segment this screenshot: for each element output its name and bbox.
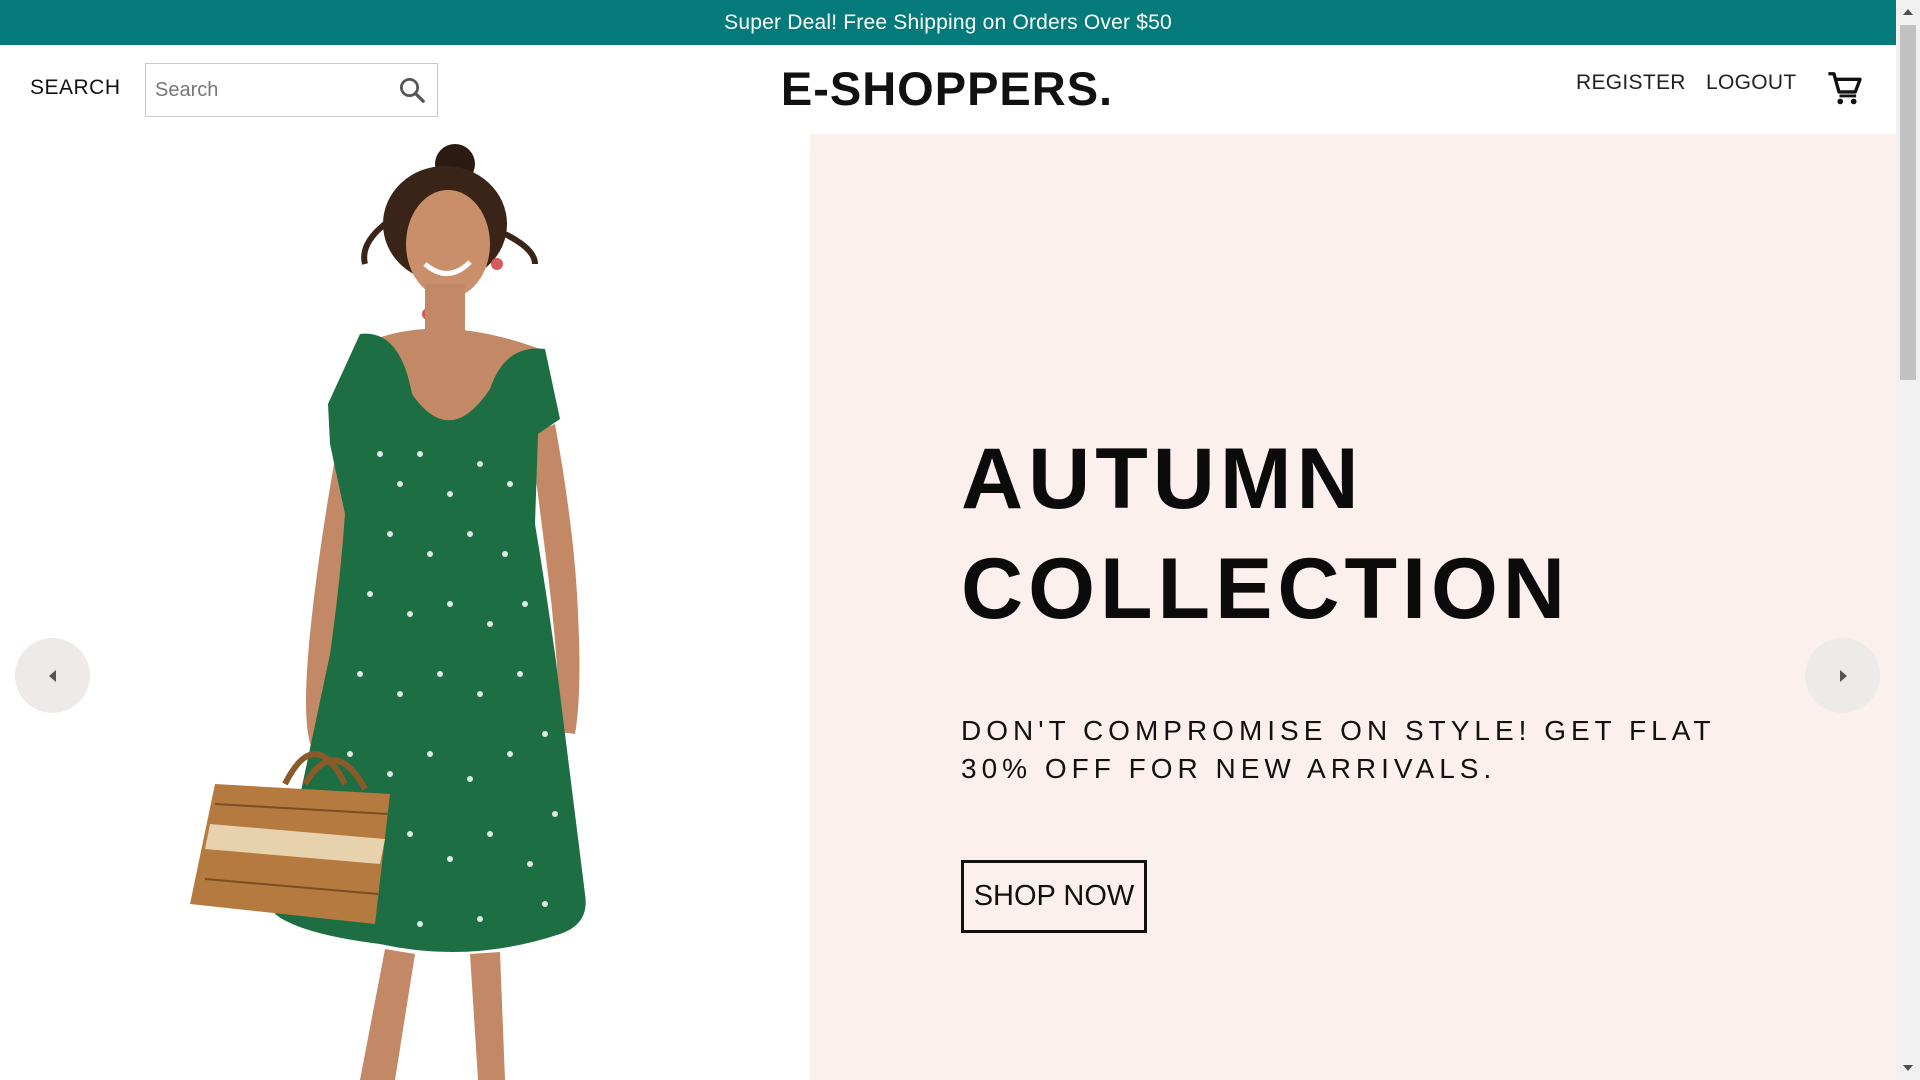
register-link[interactable]: REGISTER <box>1576 71 1686 95</box>
announcement-bar: Super Deal! Free Shipping on Orders Over… <box>0 0 1896 45</box>
hero-slider: AUTUMN COLLECTION DON'T COMPROMISE ON ST… <box>0 134 1896 1080</box>
logout-link[interactable]: LOGOUT <box>1706 71 1796 95</box>
slider-prev-button[interactable] <box>15 638 90 713</box>
hero-title-line1: AUTUMN <box>961 431 1364 527</box>
header: SEARCH E-SHOPPERS. REGISTER LOGOUT <box>0 45 1896 134</box>
scroll-thumb[interactable] <box>1900 25 1916 380</box>
scroll-down-icon <box>1903 1065 1913 1071</box>
shop-now-button[interactable]: SHOP NOW <box>961 860 1147 933</box>
page-scrollbar[interactable] <box>1896 0 1920 1080</box>
arrow-right-icon <box>1839 669 1847 682</box>
hero-image <box>0 134 810 1080</box>
hero-title: AUTUMN COLLECTION <box>961 424 1761 644</box>
woman-green-dress-image <box>190 144 586 1080</box>
hero-description: DON'T COMPROMISE ON STYLE! GET FLAT 30% … <box>961 715 1715 784</box>
scroll-down-button[interactable] <box>1896 1058 1920 1078</box>
arrow-left-icon <box>48 669 56 682</box>
cart-icon[interactable] <box>1826 69 1864 107</box>
logo-text: E-SHOPPERS. <box>780 62 1114 115</box>
hero-info-panel: AUTUMN COLLECTION DON'T COMPROMISE ON ST… <box>810 134 1896 1080</box>
scroll-up-icon <box>1903 9 1913 15</box>
scroll-up-button[interactable] <box>1896 2 1920 22</box>
hero-title-line2: COLLECTION <box>961 541 1570 637</box>
announcement-text: Super Deal! Free Shipping on Orders Over… <box>724 10 1172 34</box>
slider-next-button[interactable] <box>1805 638 1880 713</box>
